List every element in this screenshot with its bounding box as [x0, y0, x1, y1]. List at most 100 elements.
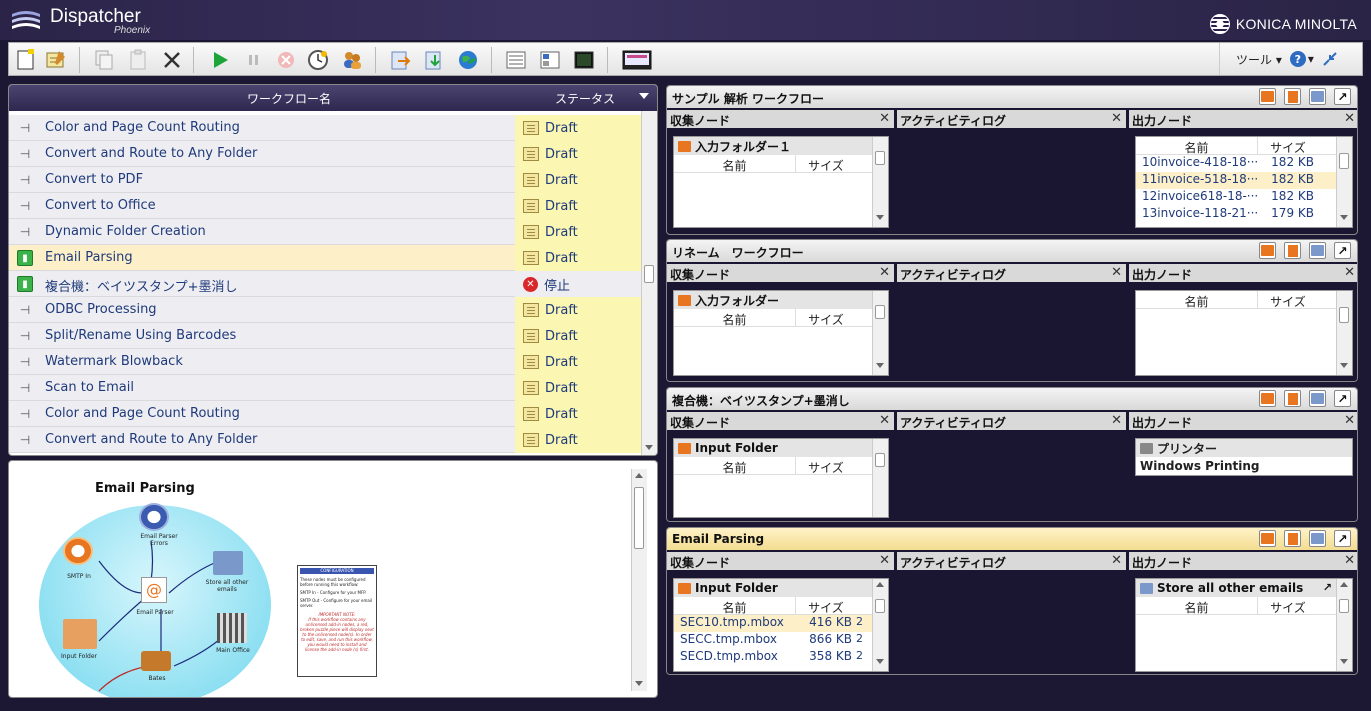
- popout-icon[interactable]: ↗: [1334, 242, 1351, 259]
- import-button[interactable]: [421, 47, 447, 73]
- file-row[interactable]: 13invoice-118-21··· 179 KB: [1136, 206, 1352, 223]
- folder-scrollbar[interactable]: [872, 137, 888, 227]
- close-icon[interactable]: ✕: [1344, 553, 1355, 568]
- folder-icon[interactable]: [1259, 390, 1276, 407]
- workflow-row-selected[interactable]: ▮ Email Parsing Draft: [9, 245, 641, 271]
- file-row[interactable]: SECC.tmp.mbox 866 KB 2: [674, 632, 888, 649]
- workflow-row[interactable]: ⊣ Convert and Route to Any Folder Draft: [9, 427, 641, 453]
- close-icon[interactable]: ✕: [1111, 111, 1122, 126]
- workflow-row[interactable]: ⊣ Color and Page Count Routing Draft: [9, 401, 641, 427]
- close-icon[interactable]: ✕: [1344, 111, 1355, 126]
- file-row-selected[interactable]: 11invoice-518-18··· 182 KB: [1136, 172, 1352, 189]
- file-row[interactable]: SECD.tmp.mbox 358 KB 2: [674, 649, 888, 666]
- workflow-row[interactable]: ⊣ Convert and Route to Any Folder Draft: [9, 141, 641, 167]
- workflow-row[interactable]: ⊣ Convert to PDF Draft: [9, 167, 641, 193]
- printer-value[interactable]: Windows Printing: [1136, 457, 1352, 475]
- workflow-list-scrollbar[interactable]: [641, 111, 657, 455]
- scroll-up-icon[interactable]: [635, 473, 643, 478]
- workflow-row[interactable]: ⊣ Split/Rename Using Barcodes Draft: [9, 323, 641, 349]
- report-icon[interactable]: [1284, 390, 1301, 407]
- close-icon[interactable]: ✕: [879, 111, 890, 126]
- copy-button[interactable]: [91, 47, 117, 73]
- pin-icon[interactable]: ⊣: [17, 198, 33, 214]
- file-row[interactable]: 10invoice-418-18··· 182 KB: [1136, 155, 1352, 172]
- column-workflow-name[interactable]: ワークフロー名: [247, 90, 331, 107]
- workflow-row[interactable]: ⊣ Dynamic Folder Creation Draft: [9, 219, 641, 245]
- workflow-row[interactable]: ⊣ Watermark Blowback Draft: [9, 349, 641, 375]
- close-icon[interactable]: ✕: [1111, 553, 1122, 568]
- scrollbar-thumb[interactable]: [634, 487, 644, 549]
- pin-icon[interactable]: ⊣: [17, 380, 33, 396]
- preview-scrollbar[interactable]: [631, 469, 647, 691]
- split-view-button[interactable]: [537, 47, 563, 73]
- pin-icon[interactable]: ⊣: [17, 146, 33, 162]
- tools-menu[interactable]: ツール ▾: [1236, 51, 1282, 68]
- pin-icon[interactable]: ⊣: [17, 302, 33, 318]
- pin-icon[interactable]: ⊣: [17, 432, 33, 448]
- pin-icon[interactable]: ⊣: [17, 224, 33, 240]
- pin-icon[interactable]: ⊣: [17, 354, 33, 370]
- pin-icon[interactable]: ⊣: [17, 120, 33, 136]
- workflow-row[interactable]: ⊣ Scan to Email Draft: [9, 375, 641, 401]
- output-scrollbar[interactable]: [1336, 291, 1352, 375]
- folder-icon[interactable]: [1259, 88, 1276, 105]
- new-workflow-button[interactable]: [13, 47, 39, 73]
- dashboard-button[interactable]: [621, 47, 653, 73]
- output-scrollbar[interactable]: [1336, 579, 1352, 671]
- stop-button[interactable]: [273, 47, 299, 73]
- users-button[interactable]: [339, 47, 365, 73]
- close-icon[interactable]: ✕: [879, 413, 890, 428]
- column-status[interactable]: ステータス: [555, 90, 615, 107]
- output-folder-icon[interactable]: [1309, 530, 1326, 547]
- close-icon[interactable]: ✕: [879, 553, 890, 568]
- close-icon[interactable]: ✕: [1111, 265, 1122, 280]
- output-folder-icon[interactable]: [1309, 390, 1326, 407]
- report-icon[interactable]: [1284, 242, 1301, 259]
- pin-icon[interactable]: ⊣: [17, 328, 33, 344]
- file-row-selected[interactable]: SEC10.tmp.mbox 416 KB 2: [674, 615, 888, 632]
- scrollbar-thumb[interactable]: [644, 265, 654, 283]
- help-menu[interactable]: ? ▾: [1289, 51, 1314, 67]
- pinned-icon[interactable]: ▮: [17, 276, 33, 292]
- monitor-view-button[interactable]: [571, 47, 597, 73]
- close-icon[interactable]: ✕: [1344, 265, 1355, 280]
- collapse-arrows-icon[interactable]: [1322, 51, 1338, 67]
- file-row[interactable]: 12invoice618-18-··· 182 KB: [1136, 189, 1352, 206]
- pin-icon[interactable]: ⊣: [17, 172, 33, 188]
- report-icon[interactable]: [1284, 88, 1301, 105]
- workflow-row[interactable]: ▮ 複合機：ベイツスタンプ+墨消し ✕ 停止: [9, 271, 641, 297]
- output-scrollbar[interactable]: [1336, 137, 1352, 227]
- folder-scrollbar[interactable]: [872, 579, 888, 671]
- edit-workflow-button[interactable]: [43, 47, 69, 73]
- workflow-row[interactable]: ⊣ Convert to Office Draft: [9, 193, 641, 219]
- pinned-icon[interactable]: ▮: [17, 250, 33, 266]
- web-button[interactable]: [455, 47, 481, 73]
- scroll-down-icon[interactable]: [645, 445, 653, 450]
- close-icon[interactable]: ✕: [879, 265, 890, 280]
- popout-icon[interactable]: ↗: [1334, 530, 1351, 547]
- folder-icon[interactable]: [1259, 530, 1276, 547]
- workflow-row[interactable]: ⊣ ODBC Processing Draft: [9, 297, 641, 323]
- folder-icon[interactable]: [1259, 242, 1276, 259]
- sort-arrow-icon[interactable]: [639, 93, 649, 99]
- folder-scrollbar[interactable]: [872, 291, 888, 375]
- scroll-down-icon[interactable]: [635, 681, 643, 686]
- report-icon[interactable]: [1284, 530, 1301, 547]
- list-view-button[interactable]: [503, 47, 529, 73]
- popout-icon[interactable]: ↗: [1334, 88, 1351, 105]
- pin-icon[interactable]: ⊣: [17, 406, 33, 422]
- close-icon[interactable]: ✕: [1344, 413, 1355, 428]
- delete-button[interactable]: [159, 47, 185, 73]
- close-icon[interactable]: ✕: [1111, 413, 1122, 428]
- schedule-button[interactable]: [305, 47, 331, 73]
- folder-scrollbar[interactable]: [872, 439, 888, 517]
- workflow-row[interactable]: ⊣ Color and Page Count Routing Draft: [9, 115, 641, 141]
- popout-icon[interactable]: ↗: [1334, 390, 1351, 407]
- output-folder-icon[interactable]: [1309, 242, 1326, 259]
- run-button[interactable]: [207, 47, 233, 73]
- output-folder-icon[interactable]: [1309, 88, 1326, 105]
- paste-button[interactable]: [125, 47, 151, 73]
- export-button[interactable]: [387, 47, 413, 73]
- open-external-icon[interactable]: ↗: [1323, 581, 1332, 594]
- pause-button[interactable]: [241, 47, 267, 73]
